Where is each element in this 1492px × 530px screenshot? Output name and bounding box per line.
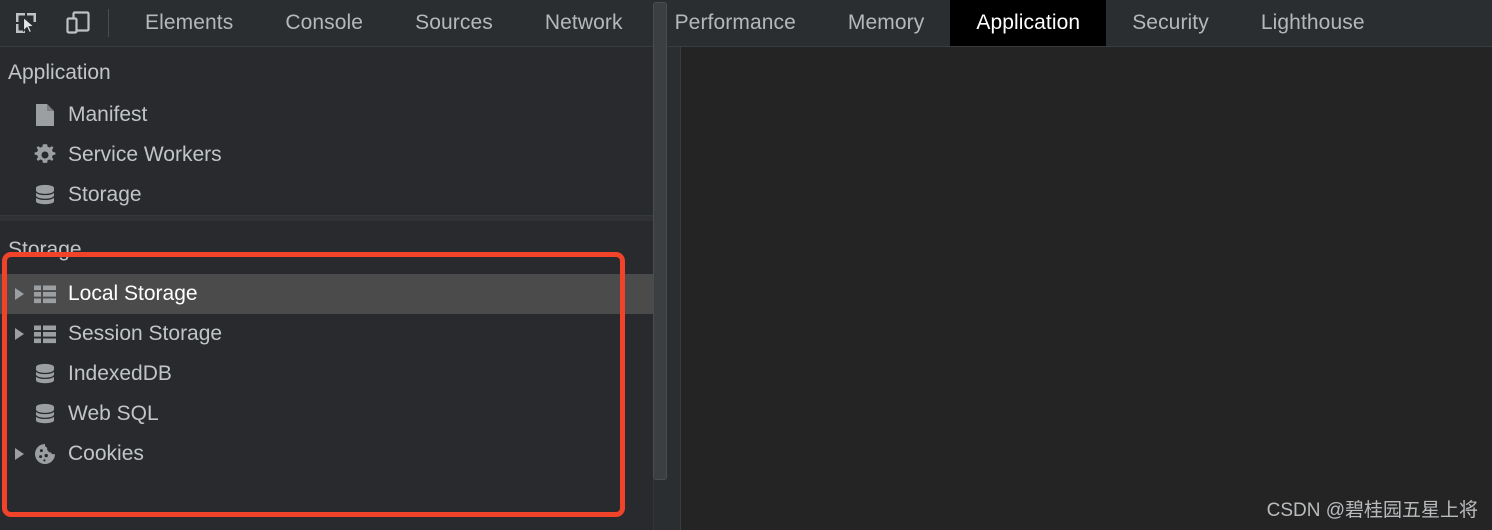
devtools-window: Elements Console Sources Network Perform… (0, 0, 1492, 530)
panel-tab-strip: Elements Console Sources Network Perform… (119, 0, 1391, 46)
table-icon (30, 324, 60, 344)
device-toolbar-icon (64, 9, 92, 37)
sidebar-item-indexeddb[interactable]: IndexedDB (0, 354, 653, 394)
tab-console[interactable]: Console (259, 0, 389, 46)
database-icon (30, 362, 60, 386)
sidebar-item-session-storage[interactable]: Session Storage (0, 314, 653, 354)
tab-security[interactable]: Security (1106, 0, 1235, 46)
sidebar-item-label: Cookies (68, 442, 144, 465)
chevron-right-icon[interactable] (8, 328, 30, 340)
tab-application[interactable]: Application (950, 0, 1107, 46)
tab-performance[interactable]: Performance (649, 0, 822, 46)
inspect-element-button[interactable] (0, 0, 52, 46)
cookie-icon (30, 442, 60, 466)
chevron-right-icon[interactable] (8, 288, 30, 300)
sidebar-item-cookies[interactable]: Cookies (0, 434, 653, 474)
application-section-header: Application (8, 61, 111, 84)
sidebar-item-storage[interactable]: Storage (0, 175, 653, 215)
sidebar-item-label: Storage (68, 183, 142, 206)
device-toolbar-button[interactable] (52, 0, 104, 46)
chevron-right-icon[interactable] (8, 448, 30, 460)
sidebar-item-manifest[interactable]: Manifest (0, 95, 653, 135)
sidebar-item-local-storage[interactable]: Local Storage (0, 274, 653, 314)
devtools-toolbar: Elements Console Sources Network Perform… (0, 0, 1492, 47)
document-icon (30, 103, 60, 127)
sidebar-item-web-sql[interactable]: Web SQL (0, 394, 653, 434)
application-sidebar: Application Manifest Service Workers Sto… (0, 47, 653, 530)
tab-memory[interactable]: Memory (822, 0, 950, 46)
inspect-element-icon (13, 10, 39, 36)
tab-network[interactable]: Network (519, 0, 649, 46)
table-icon (30, 284, 60, 304)
sidebar-item-service-workers[interactable]: Service Workers (0, 135, 653, 175)
sidebar-item-label: Session Storage (68, 322, 223, 345)
sidebar-scrollbar-thumb[interactable] (653, 2, 667, 480)
sidebar-item-label: Manifest (68, 103, 148, 126)
gear-icon (30, 143, 60, 167)
toolbar-divider (108, 9, 109, 37)
sidebar-item-label: Service Workers (68, 143, 222, 166)
tab-elements[interactable]: Elements (119, 0, 259, 46)
storage-section-header: Storage (8, 238, 82, 261)
database-icon (30, 183, 60, 207)
sidebar-item-label: Web SQL (68, 402, 159, 425)
tab-sources[interactable]: Sources (389, 0, 519, 46)
database-icon (30, 402, 60, 426)
sidebar-item-label: IndexedDB (68, 362, 172, 385)
sidebar-item-label: Local Storage (68, 282, 198, 305)
tab-lighthouse[interactable]: Lighthouse (1235, 0, 1391, 46)
watermark-text: CSDN @碧桂园五星上将 (1266, 500, 1478, 521)
storage-content-panel (680, 47, 1492, 530)
